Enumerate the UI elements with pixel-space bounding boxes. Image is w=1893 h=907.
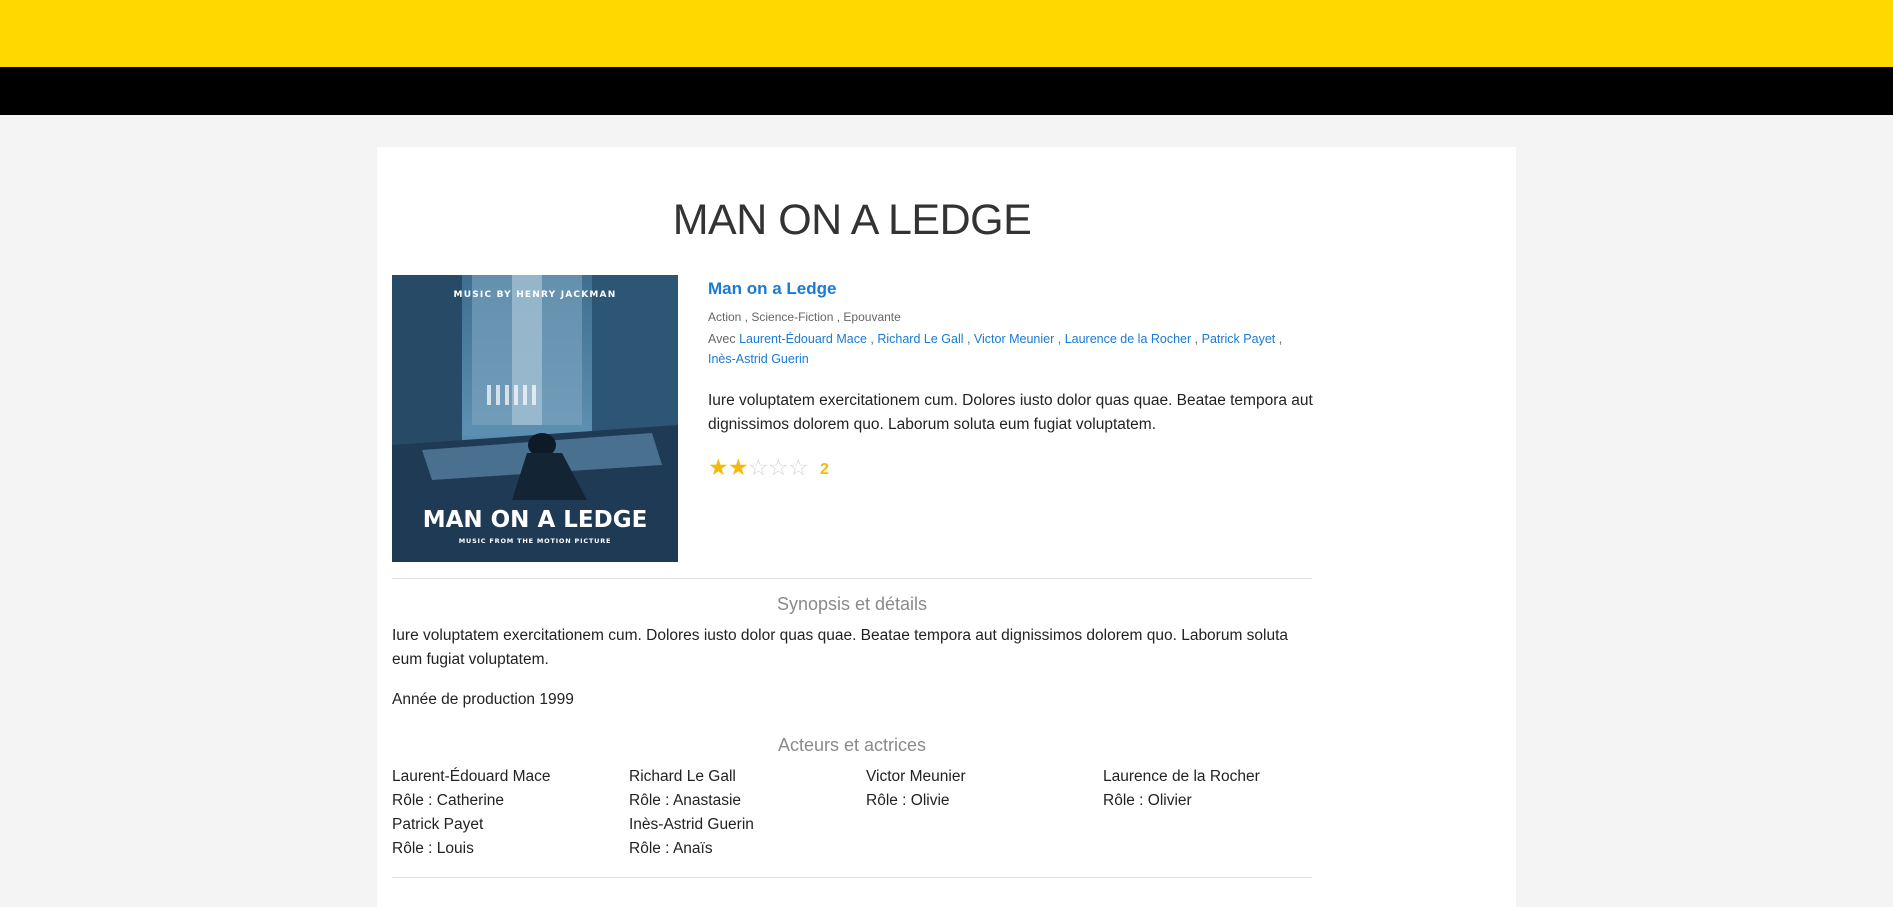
cast-link[interactable]: Richard Le Gall [877,332,963,346]
poster-image: MUSIC BY HENRY JACKMAN MAN ON A LEDGE MU… [392,275,678,562]
actor-entry: Victor Meunier Rôle : Olivie [866,765,1103,813]
star-icon: ☆ [748,455,769,481]
movie-title-link[interactable]: Man on a Ledge [708,277,1313,301]
synopsis-heading: Synopsis et détails [776,594,928,614]
movie-poster[interactable]: MUSIC BY HENRY JACKMAN MAN ON A LEDGE MU… [392,275,678,562]
cast-link[interactable]: Inès-Astrid Guerin [708,352,809,366]
cast-link[interactable]: Laurent-Édouard Mace [739,332,867,346]
cast-link[interactable]: Laurence de la Rocher [1065,332,1191,346]
actor-role: Rôle : Olivier [1103,792,1192,809]
genre-list: Action , Science-Fiction , Epouvante [708,310,901,324]
actor-role: Rôle : Catherine [392,792,505,809]
star-icon: ★ [708,455,729,481]
actor-role: Rôle : Anastasie [629,792,742,809]
poster-top-text: MUSIC BY HENRY JACKMAN [454,290,617,300]
actor-entry: Laurent-Édouard Mace Rôle : Catherine [392,765,629,813]
movie-summary: Iure voluptatem exercitationem cum. Dolo… [708,392,1313,433]
actor-entry: Inès-Astrid Guerin Rôle : Anaïs [629,813,866,861]
poster-subtitle-text: MUSIC FROM THE MOTION PICTURE [459,537,612,545]
actor-role: Rôle : Louis [392,840,474,857]
divider [392,877,1312,878]
movie-info: Man on a Ledge Action , Science-Fiction … [708,277,1313,481]
actor-role: Rôle : Anaïs [629,840,713,857]
star-rating[interactable]: ★ ★ ☆ ☆ ☆ 2 [708,455,1313,481]
actor-name: Laurent-Édouard Mace [392,768,551,785]
star-icon: ★ [728,455,749,481]
cast-list: Avec Laurent-Édouard Mace , Richard Le G… [708,332,1283,366]
actor-name: Richard Le Gall [629,768,736,785]
star-icon: ☆ [768,455,789,481]
synopsis-text: Iure voluptatem exercitationem cum. Dolo… [392,627,1289,668]
genre-item: Epouvante [843,310,901,324]
actor-entry: Patrick Payet Rôle : Louis [392,813,629,861]
actor-name: Laurence de la Rocher [1103,768,1260,785]
actors-grid: Laurent-Édouard Mace Rôle : Catherine Ri… [392,765,1342,861]
divider [392,578,1312,579]
cast-prefix: Avec [708,332,736,346]
top-banner [0,0,1893,67]
cast-link[interactable]: Victor Meunier [974,332,1054,346]
production-year: Année de production 1999 [392,691,574,708]
cast-link[interactable]: Patrick Payet [1202,332,1276,346]
actor-entry: Richard Le Gall Rôle : Anastasie [629,765,866,813]
navigation-bar [0,67,1893,115]
poster-title-text: MAN ON A LEDGE [423,507,648,533]
actor-entry: Laurence de la Rocher Rôle : Olivier [1103,765,1340,813]
actor-name: Victor Meunier [866,768,966,785]
actors-heading: Acteurs et actrices [777,735,927,755]
star-icon: ☆ [788,455,809,481]
rating-value: 2 [820,461,829,478]
genre-item: Science-Fiction [751,310,834,324]
page-title: MAN ON A LEDGE [672,196,1032,244]
actor-name: Patrick Payet [392,816,484,833]
actor-name: Inès-Astrid Guerin [629,816,754,833]
genre-item: Action [708,310,742,324]
actor-role: Rôle : Olivie [866,792,950,809]
